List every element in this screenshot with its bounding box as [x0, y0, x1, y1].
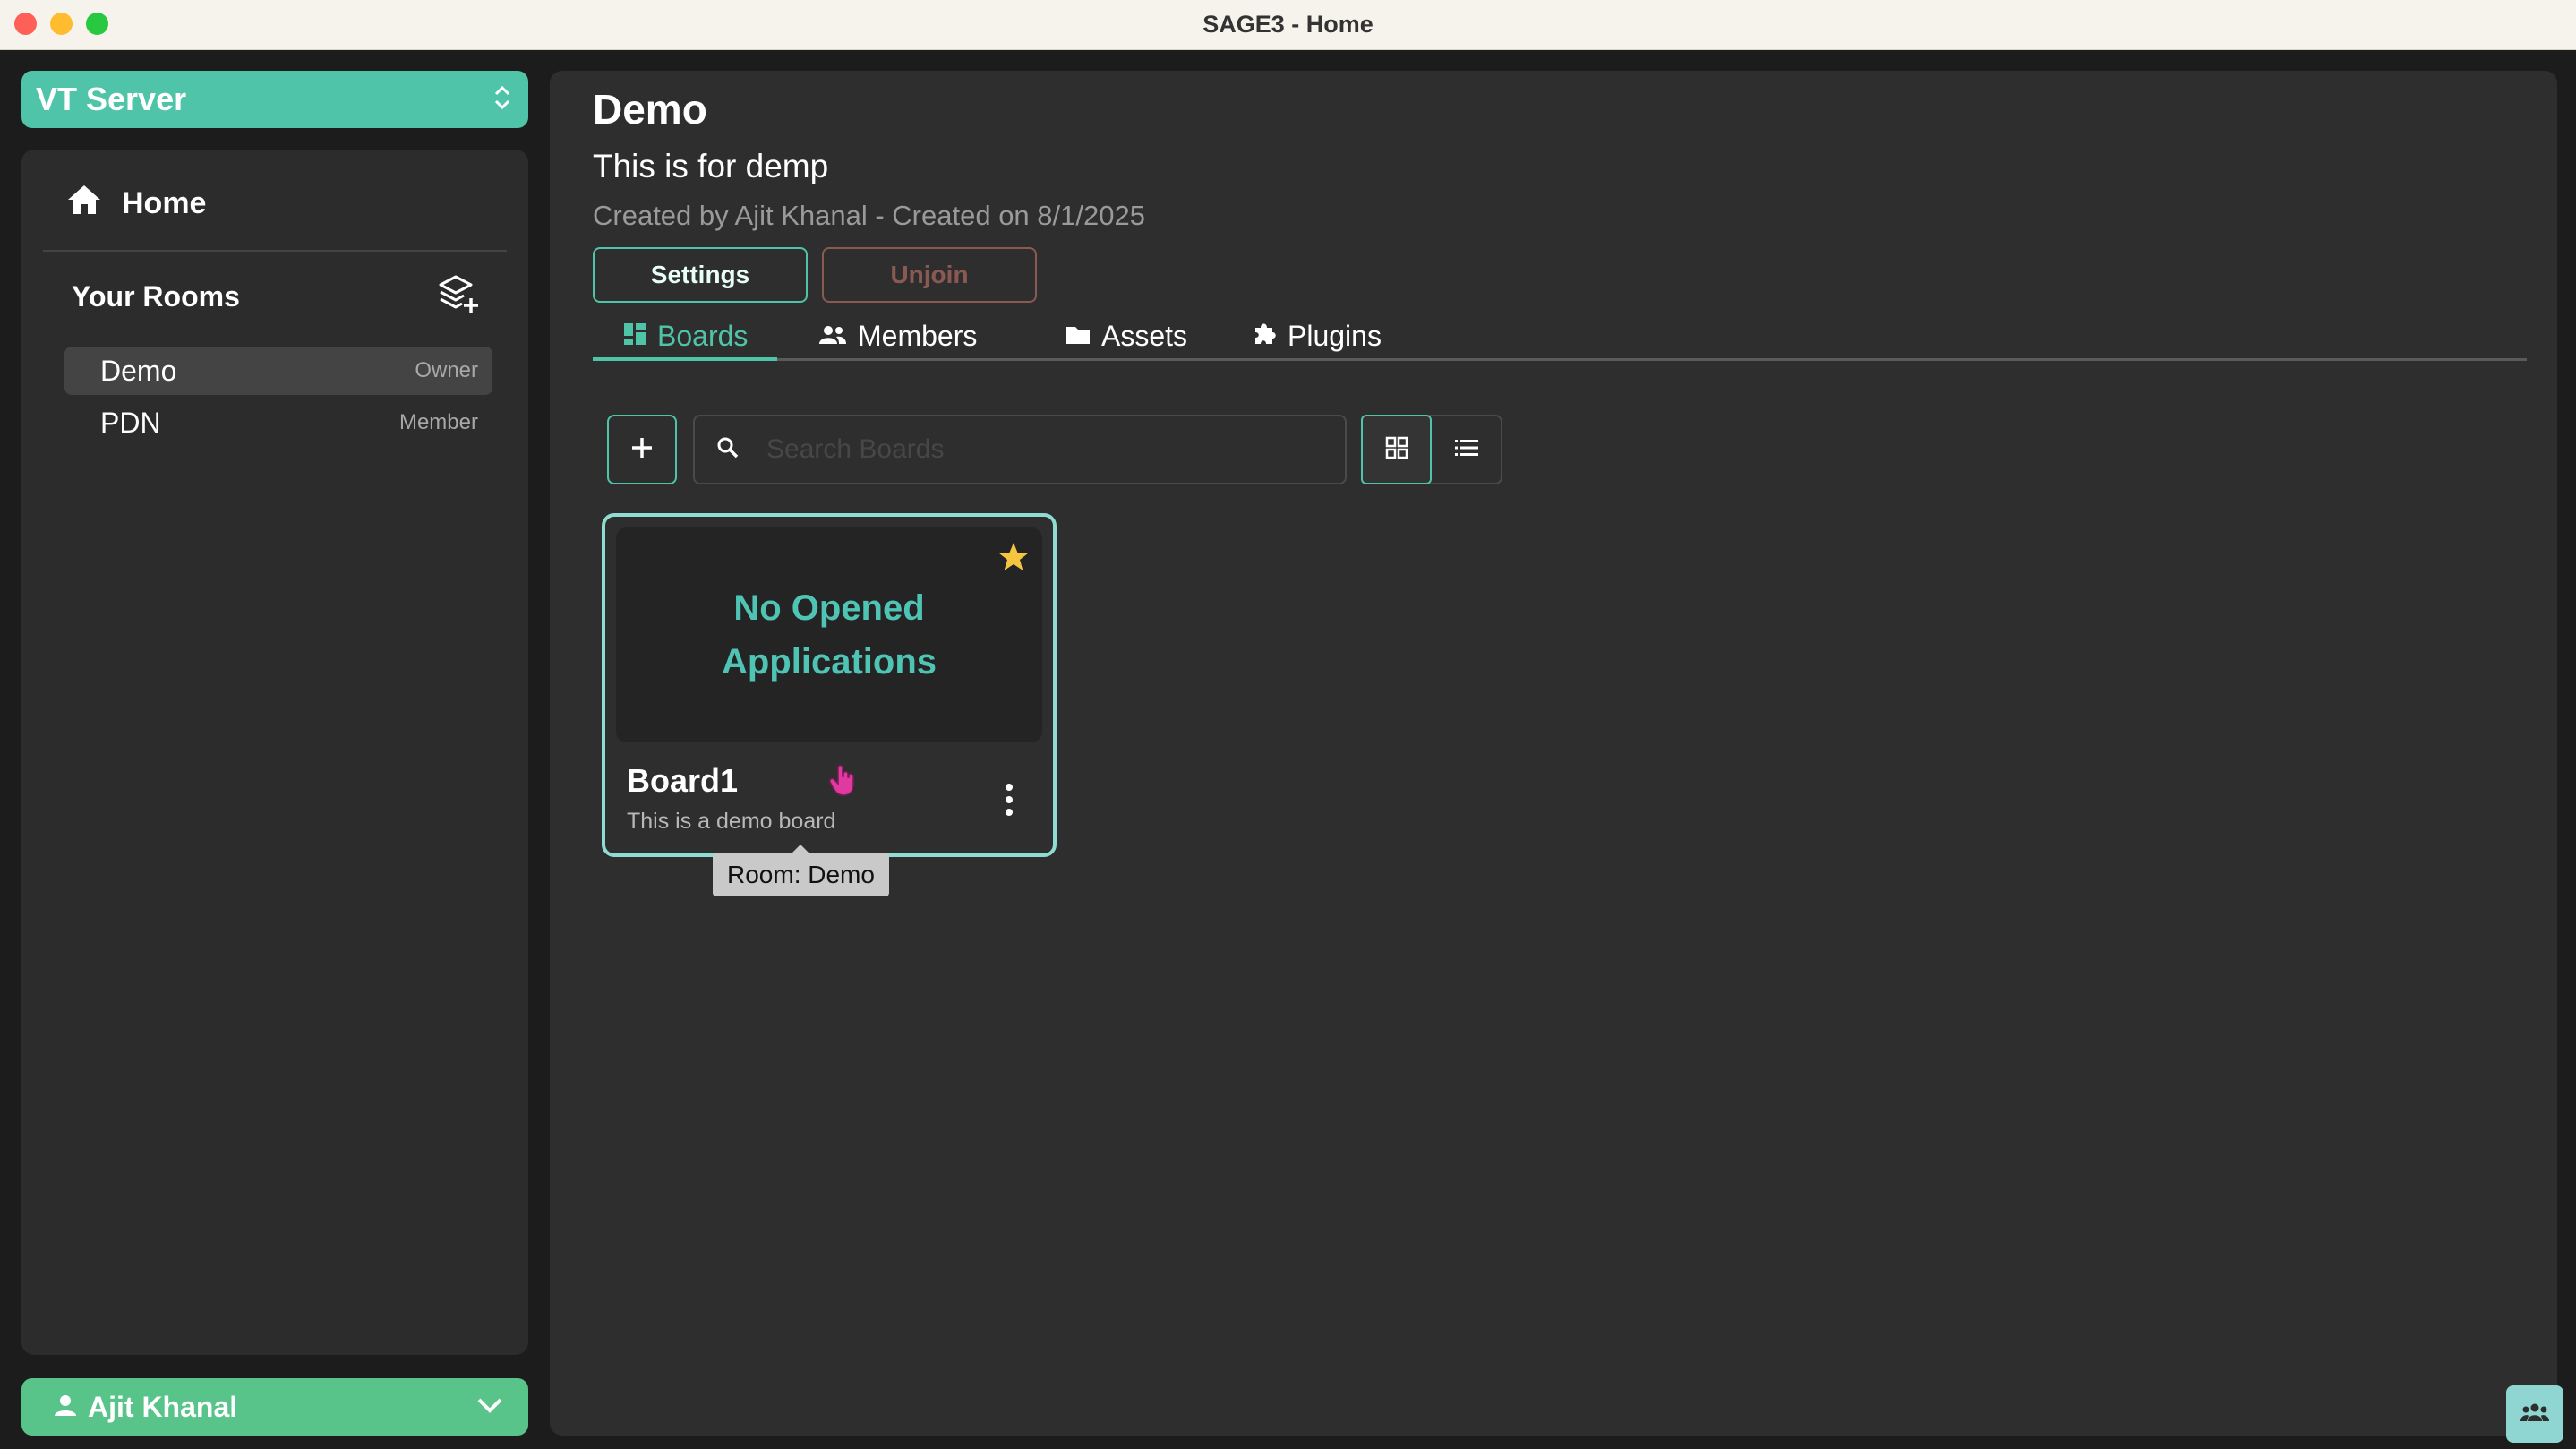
list-view-button[interactable]: [1432, 416, 1501, 483]
grid-view-button[interactable]: [1361, 415, 1433, 484]
board-card[interactable]: No Opened Applications Board1 This is a …: [602, 513, 1057, 857]
list-icon: [1454, 438, 1479, 462]
room-name: Demo: [100, 354, 177, 387]
search-field: [693, 415, 1347, 484]
room-tabs: Boards Members Assets Plugins: [593, 311, 2527, 361]
sidebar-divider: [43, 250, 507, 252]
search-icon: [716, 436, 740, 464]
tab-label: Members: [858, 319, 978, 352]
chevron-down-icon: [476, 1396, 503, 1419]
main-panel: Demo This is for demp Created by Ajit Kh…: [550, 71, 2557, 1436]
board-name: Board1: [627, 762, 739, 799]
plus-icon: [629, 435, 655, 465]
room-role: Owner: [415, 358, 478, 382]
folder-icon: [1065, 320, 1091, 353]
star-icon[interactable]: [997, 542, 1030, 577]
room-role: Member: [398, 410, 478, 434]
tab-boards[interactable]: Boards: [593, 311, 777, 361]
window-titlebar: SAGE3 - Home: [0, 0, 2576, 50]
rooms-title: Your Rooms: [72, 280, 240, 313]
search-input[interactable]: [765, 433, 1270, 466]
settings-button[interactable]: Settings: [593, 247, 808, 303]
add-board-button[interactable]: [607, 415, 677, 484]
room-meta: Created by Ajit Khanal - Created on 8/1/…: [593, 200, 1145, 231]
group-icon: [2520, 1402, 2550, 1427]
board-preview[interactable]: No Opened Applications: [616, 527, 1042, 742]
view-toggle: [1361, 415, 1502, 484]
hand-pointer-icon: [829, 764, 860, 801]
boards-icon: [623, 320, 646, 353]
room-title: Demo: [593, 86, 707, 133]
active-tab-indicator: [593, 357, 777, 361]
board-preview-text: No Opened Applications: [721, 588, 937, 682]
home-link[interactable]: Home: [66, 184, 206, 224]
tab-members[interactable]: Members: [818, 311, 977, 361]
board-description: This is a demo board: [627, 809, 836, 834]
tooltip-text: Room: Demo: [727, 861, 875, 888]
server-name: VT Server: [36, 81, 187, 117]
tab-assets[interactable]: Assets: [1065, 311, 1187, 361]
members-icon: [818, 320, 847, 353]
tab-label: Boards: [657, 319, 749, 352]
server-select[interactable]: VT Server: [21, 71, 528, 128]
presence-button[interactable]: [2506, 1385, 2563, 1443]
home-icon: [66, 184, 102, 224]
more-options-icon[interactable]: [1003, 782, 1015, 822]
add-layers-icon[interactable]: [437, 273, 480, 321]
puzzle-icon: [1252, 320, 1277, 353]
home-label: Home: [122, 186, 207, 220]
user-menu[interactable]: Ajit Khanal: [21, 1378, 528, 1436]
window-title: SAGE3 - Home: [1202, 11, 1374, 38]
chevron-up-down-icon: [491, 82, 514, 117]
room-item-demo[interactable]: Demo Owner: [64, 347, 492, 395]
tooltip-arrow: [792, 845, 809, 853]
user-icon: [54, 1393, 77, 1421]
unjoin-button[interactable]: Unjoin: [822, 247, 1037, 303]
room-description: This is for demp: [593, 148, 829, 184]
room-item-pdn[interactable]: PDN Member: [64, 399, 492, 447]
board-tooltip: Room: Demo: [713, 845, 889, 896]
room-name: PDN: [100, 406, 161, 439]
tab-label: Assets: [1101, 319, 1188, 352]
sidebar: Home Your Rooms Demo Owner PDN Member: [21, 150, 528, 1355]
tab-plugins[interactable]: Plugins: [1252, 311, 1382, 361]
tab-label: Plugins: [1288, 319, 1382, 352]
grid-icon: [1385, 436, 1408, 464]
user-name: Ajit Khanal: [88, 1390, 238, 1423]
